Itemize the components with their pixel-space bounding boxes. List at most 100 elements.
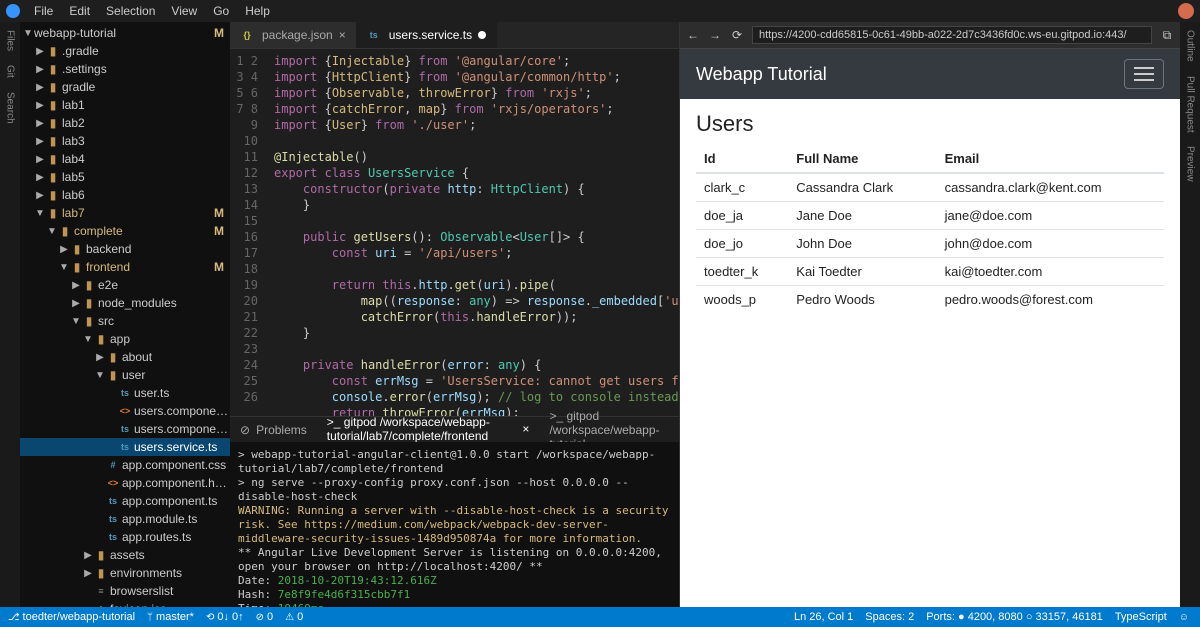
folder-user[interactable]: ▼▮user [20, 366, 230, 384]
status-item[interactable]: ᛘmaster* [147, 611, 194, 623]
status-item[interactable]: ☺ [1179, 612, 1192, 623]
activity-files[interactable]: Files [5, 30, 16, 51]
problems-icon: ⊘ [240, 423, 250, 437]
hamburger-menu-icon[interactable] [1124, 59, 1164, 89]
nav-back-icon[interactable]: ← [686, 28, 700, 42]
status-icon: ⊘ [256, 612, 264, 623]
preview-browser[interactable]: Webapp Tutorial Users IdFull NameEmail c… [680, 48, 1180, 607]
file-users-component-ts[interactable]: tsusers.component.ts [20, 420, 230, 438]
close-icon[interactable]: × [339, 28, 346, 42]
folder--settings[interactable]: ▶▮.settings [20, 60, 230, 78]
table-cell: clark_c [696, 173, 788, 202]
status-item[interactable]: TypeScript [1115, 611, 1167, 623]
modified-badge: M [214, 26, 230, 40]
table-cell: Pedro Woods [788, 286, 936, 314]
rail-outline[interactable]: Outline [1185, 30, 1196, 62]
terminal-tab[interactable]: ⊘ Problems [230, 417, 317, 443]
folder-about[interactable]: ▶▮about [20, 348, 230, 366]
gitpod-logo-icon [6, 4, 20, 18]
menu-help[interactable]: Help [237, 2, 278, 20]
status-icon: ⟲ [206, 612, 214, 623]
page-heading: Users [696, 111, 1164, 137]
right-rail: Outline Pull Request Preview [1180, 22, 1200, 607]
folder-icon: ▮ [46, 134, 60, 148]
folder-environments[interactable]: ▶▮environments [20, 564, 230, 582]
preview-url-input[interactable] [752, 26, 1152, 44]
file-user-ts[interactable]: tsuser.ts [20, 384, 230, 402]
folder-backend[interactable]: ▶▮backend [20, 240, 230, 258]
file-users-service-ts[interactable]: tsusers.service.ts [20, 438, 230, 456]
folder-src[interactable]: ▼▮src [20, 312, 230, 330]
file-app-component-html[interactable]: <>app.component.html [20, 474, 230, 492]
activity-git[interactable]: Git [5, 65, 16, 78]
file-favicon-ico[interactable]: ◆favicon.ico [20, 600, 230, 607]
terminal-tab[interactable]: >_ gitpod /workspace/webapp-tutorial [539, 417, 679, 443]
folder-assets[interactable]: ▶▮assets [20, 546, 230, 564]
folder-lab5[interactable]: ▶▮lab5 [20, 168, 230, 186]
terminal-tab-bar: ⊘ Problems >_ gitpod /workspace/webapp-tut… [230, 416, 679, 442]
table-cell: Kai Toedter [788, 258, 936, 286]
folder-node-modules[interactable]: ▶▮node_modules [20, 294, 230, 312]
folder-lab7[interactable]: ▼▮lab7M [20, 204, 230, 222]
nav-reload-icon[interactable]: ⟳ [730, 28, 744, 42]
line-gutter: 1 2 3 4 5 6 7 8 9 10 11 12 13 14 15 16 1… [230, 49, 266, 416]
status-item[interactable]: Ln 26, Col 1 [794, 611, 853, 623]
tree-root[interactable]: ▼ webapp-tutorial M [20, 24, 230, 42]
table-cell: woods_p [696, 286, 788, 314]
status-item[interactable]: ⚠0 [285, 611, 303, 623]
table-row: clark_cCassandra Clarkcassandra.clark@ke… [696, 173, 1164, 202]
table-cell: john@doe.com [937, 230, 1164, 258]
terminal-tab[interactable]: >_ gitpod /workspace/webapp-tutorial/lab… [317, 417, 540, 443]
nav-forward-icon[interactable]: → [708, 28, 722, 42]
status-item[interactable]: Ports: ● 4200, 8080 ○ 33157, 46181 [926, 611, 1103, 623]
menu-go[interactable]: Go [205, 2, 237, 20]
activity-search[interactable]: Search [5, 92, 16, 124]
editor-tab-package-json[interactable]: {}package.json× [230, 22, 357, 48]
folder-lab6[interactable]: ▶▮lab6 [20, 186, 230, 204]
table-row: doe_jaJane Doejane@doe.com [696, 202, 1164, 230]
code-editor[interactable]: 1 2 3 4 5 6 7 8 9 10 11 12 13 14 15 16 1… [230, 48, 679, 416]
status-item[interactable]: ⟲0↓ 0↑ [206, 611, 244, 623]
open-external-icon[interactable]: ⧉ [1160, 28, 1174, 43]
close-icon[interactable]: × [522, 422, 529, 436]
folder-lab3[interactable]: ▶▮lab3 [20, 132, 230, 150]
folder-icon: ▮ [46, 170, 60, 184]
status-icon: ⎇ [8, 612, 20, 623]
menu-edit[interactable]: Edit [61, 2, 98, 20]
folder-gradle[interactable]: ▶▮gradle [20, 78, 230, 96]
file-browserslist[interactable]: ≡browserslist [20, 582, 230, 600]
folder-lab4[interactable]: ▶▮lab4 [20, 150, 230, 168]
folder-icon: ▮ [46, 62, 60, 76]
file-explorer[interactable]: ▼ webapp-tutorial M ▶▮.gradle▶▮.settings… [20, 22, 230, 607]
table-row: doe_joJohn Doejohn@doe.com [696, 230, 1164, 258]
user-avatar[interactable] [1178, 3, 1194, 19]
terminal-tab-label: Problems [256, 423, 307, 437]
file-icon: ts [106, 532, 120, 542]
folder-lab1[interactable]: ▶▮lab1 [20, 96, 230, 114]
file-app-routes-ts[interactable]: tsapp.routes.ts [20, 528, 230, 546]
rail-pull-request[interactable]: Pull Request [1185, 76, 1196, 133]
file-users-component-html[interactable]: <>users.component.html [20, 402, 230, 420]
folder-frontend[interactable]: ▼▮frontendM [20, 258, 230, 276]
menu-view[interactable]: View [163, 2, 205, 20]
folder-e2e[interactable]: ▶▮e2e [20, 276, 230, 294]
editor-tab-users-service-ts[interactable]: tsusers.service.ts [357, 22, 497, 48]
status-item[interactable]: ⎇toedter/webapp-tutorial [8, 611, 135, 623]
users-table: IdFull NameEmail clark_cCassandra Clarkc… [696, 145, 1164, 313]
menubar: FileEditSelectionViewGoHelp [0, 0, 1200, 22]
status-item[interactable]: Spaces: 2 [865, 611, 914, 623]
file-app-component-ts[interactable]: tsapp.component.ts [20, 492, 230, 510]
folder-complete[interactable]: ▼▮completeM [20, 222, 230, 240]
folder-lab2[interactable]: ▶▮lab2 [20, 114, 230, 132]
file-app-component-css[interactable]: #app.component.css [20, 456, 230, 474]
folder-icon: ▮ [94, 566, 108, 580]
folder-app[interactable]: ▼▮app [20, 330, 230, 348]
menu-selection[interactable]: Selection [98, 2, 163, 20]
terminal-output[interactable]: > webapp-tutorial-angular-client@1.0.0 s… [230, 442, 679, 607]
file-app-module-ts[interactable]: tsapp.module.ts [20, 510, 230, 528]
menu-file[interactable]: File [26, 2, 61, 20]
status-item[interactable]: ⊘0 [256, 611, 274, 623]
code-content[interactable]: import {Injectable} from '@angular/core'… [266, 49, 679, 416]
rail-preview[interactable]: Preview [1185, 146, 1196, 182]
folder--gradle[interactable]: ▶▮.gradle [20, 42, 230, 60]
